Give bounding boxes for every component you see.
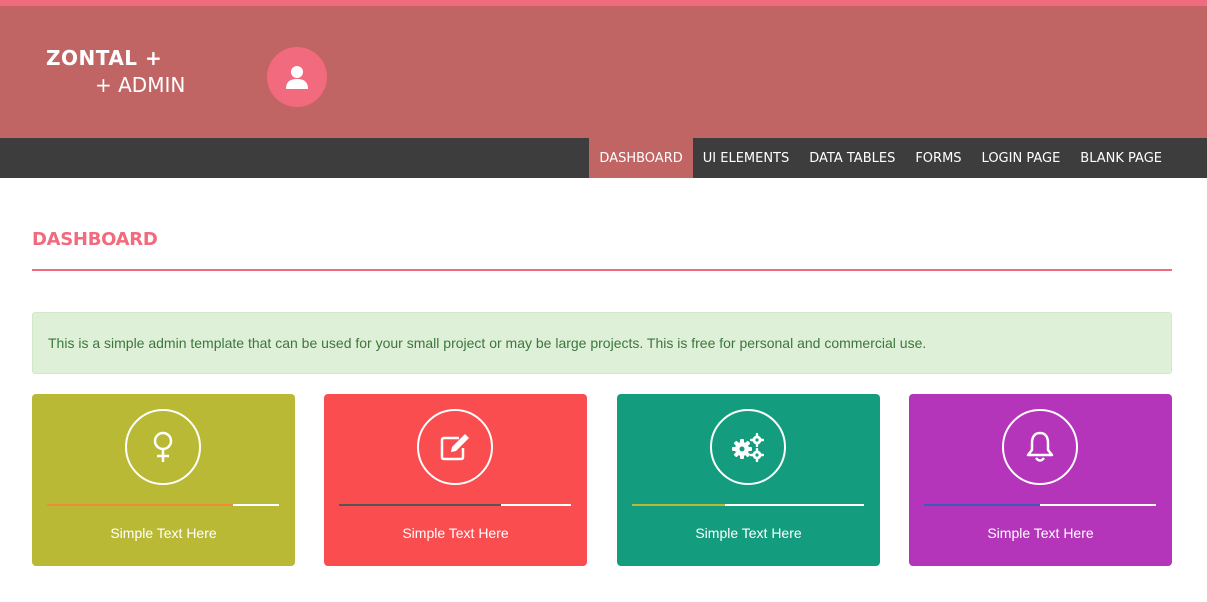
nav-item-blank-page[interactable]: BLANK PAGE — [1070, 138, 1172, 178]
avatar[interactable] — [267, 47, 327, 107]
title-divider — [32, 269, 1172, 271]
header: ZONTAL + + ADMIN — [0, 6, 1207, 138]
card-progress-fill — [339, 504, 502, 506]
card-progress-bar — [47, 504, 279, 506]
card-icon-circle — [417, 409, 493, 485]
top-navigation: DASHBOARD UI ELEMENTS DATA TABLES FORMS … — [0, 138, 1207, 178]
card-text: Simple Text Here — [110, 525, 217, 541]
card-progress-fill — [924, 504, 1040, 506]
nav-item-data-tables[interactable]: DATA TABLES — [799, 138, 905, 178]
card-icon-circle — [710, 409, 786, 485]
card-icon-circle — [125, 409, 201, 485]
alert-text: This is a simple admin template that can… — [48, 335, 927, 351]
edit-icon — [440, 434, 469, 461]
female-icon — [153, 431, 173, 462]
nav-item-forms[interactable]: FORMS — [905, 138, 971, 178]
page-title: DASHBOARD — [32, 229, 158, 250]
bell-icon — [1026, 431, 1054, 462]
nav-item-login-page[interactable]: LOGIN PAGE — [972, 138, 1071, 178]
card-text: Simple Text Here — [402, 525, 509, 541]
stat-card-bell[interactable]: Simple Text Here — [909, 394, 1172, 566]
info-alert: This is a simple admin template that can… — [32, 312, 1172, 374]
brand-line-1: ZONTAL + — [46, 46, 163, 70]
stat-card-gears[interactable]: Simple Text Here — [617, 394, 880, 566]
gears-icon — [732, 433, 764, 462]
card-text: Simple Text Here — [695, 525, 802, 541]
card-text: Simple Text Here — [987, 525, 1094, 541]
nav-item-ui-elements[interactable]: UI ELEMENTS — [693, 138, 800, 178]
card-icon-circle — [1002, 409, 1078, 485]
brand-line-2: + ADMIN — [95, 73, 186, 97]
nav-menu: DASHBOARD UI ELEMENTS DATA TABLES FORMS … — [589, 138, 1172, 178]
card-progress-fill — [47, 504, 233, 506]
user-icon — [286, 66, 308, 89]
stat-card-female[interactable]: Simple Text Here — [32, 394, 295, 566]
card-progress-bar — [632, 504, 864, 506]
card-progress-fill — [632, 504, 725, 506]
stat-card-edit[interactable]: Simple Text Here — [324, 394, 587, 566]
card-progress-bar — [924, 504, 1156, 506]
nav-item-dashboard[interactable]: DASHBOARD — [589, 138, 693, 178]
card-progress-bar — [339, 504, 571, 506]
brand-logo[interactable]: ZONTAL + + ADMIN — [46, 46, 185, 97]
